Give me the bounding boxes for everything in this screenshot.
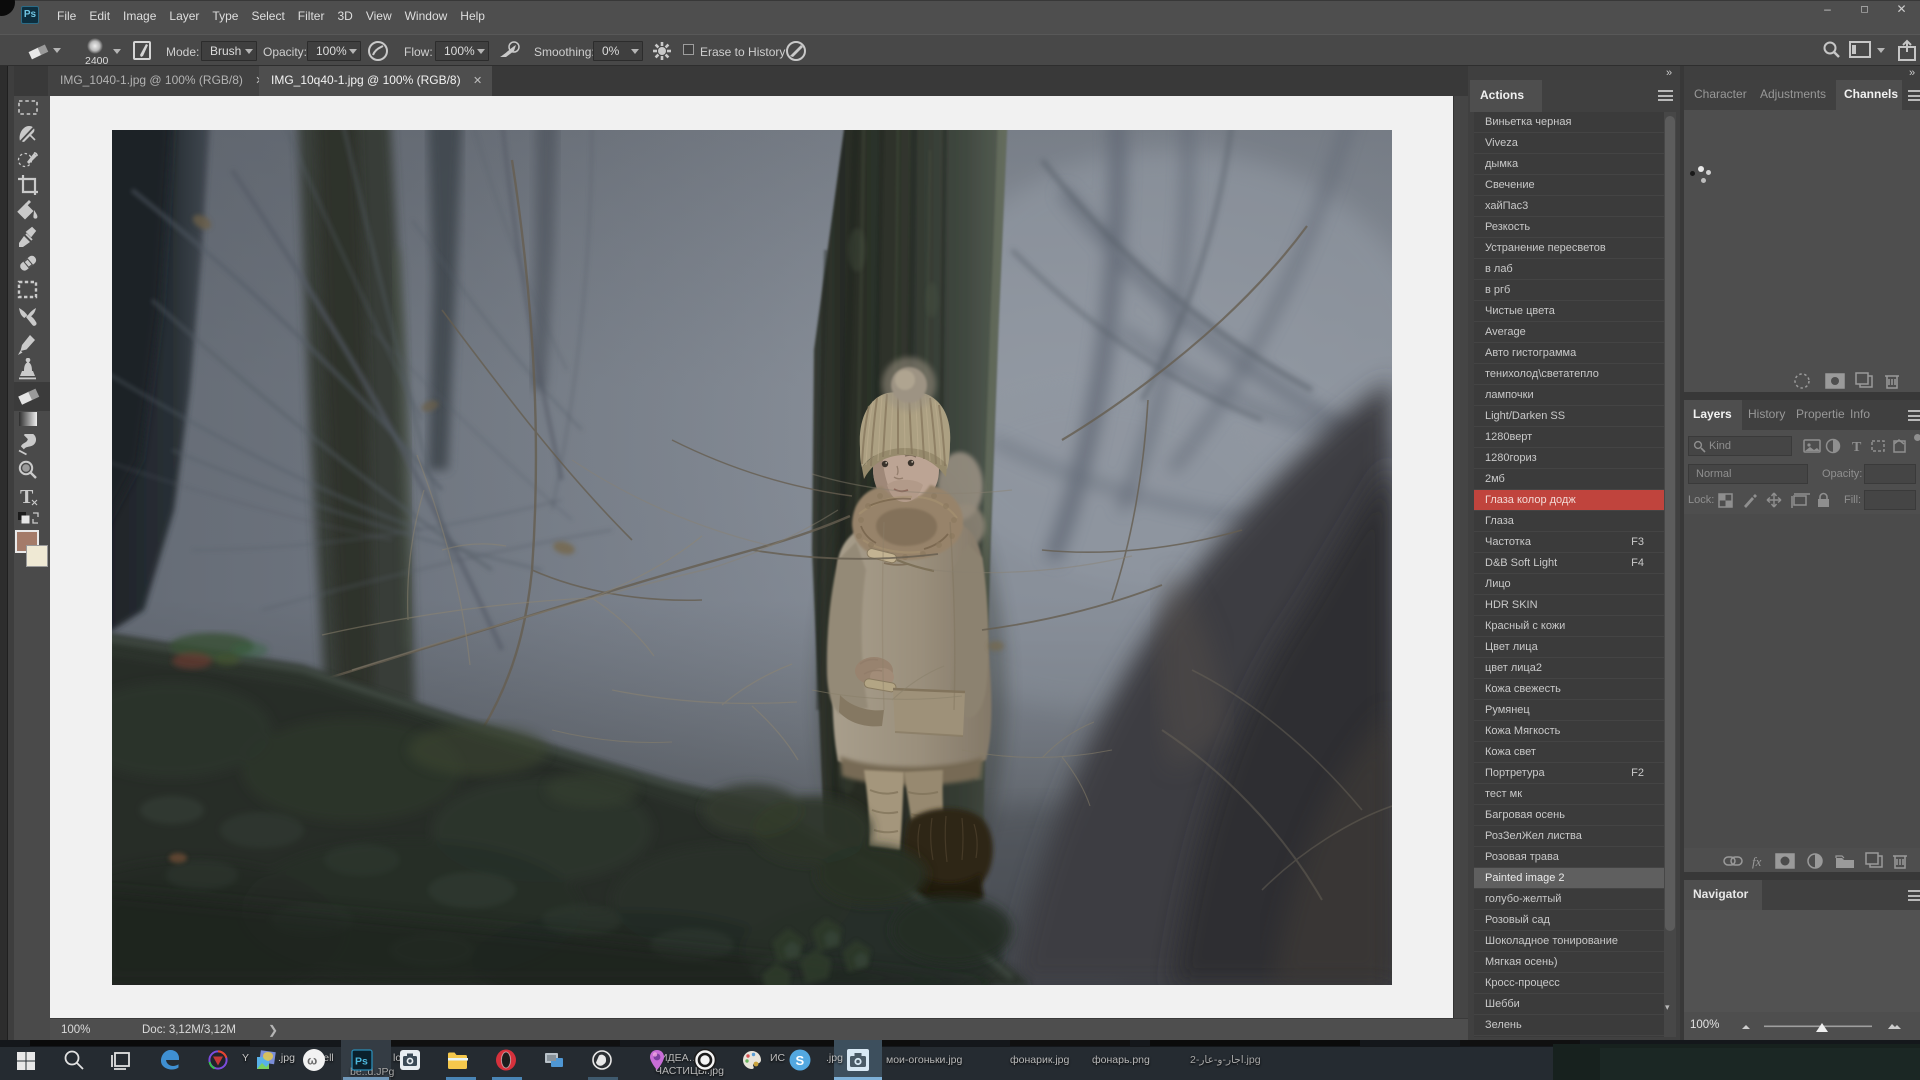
svg-text:T: T — [1852, 440, 1862, 455]
svg-text:Ps: Ps — [355, 1056, 368, 1068]
svg-text:S: S — [796, 1053, 805, 1068]
svg-text:ω: ω — [307, 1054, 317, 1068]
svg-text:fx: fx — [1752, 854, 1762, 869]
